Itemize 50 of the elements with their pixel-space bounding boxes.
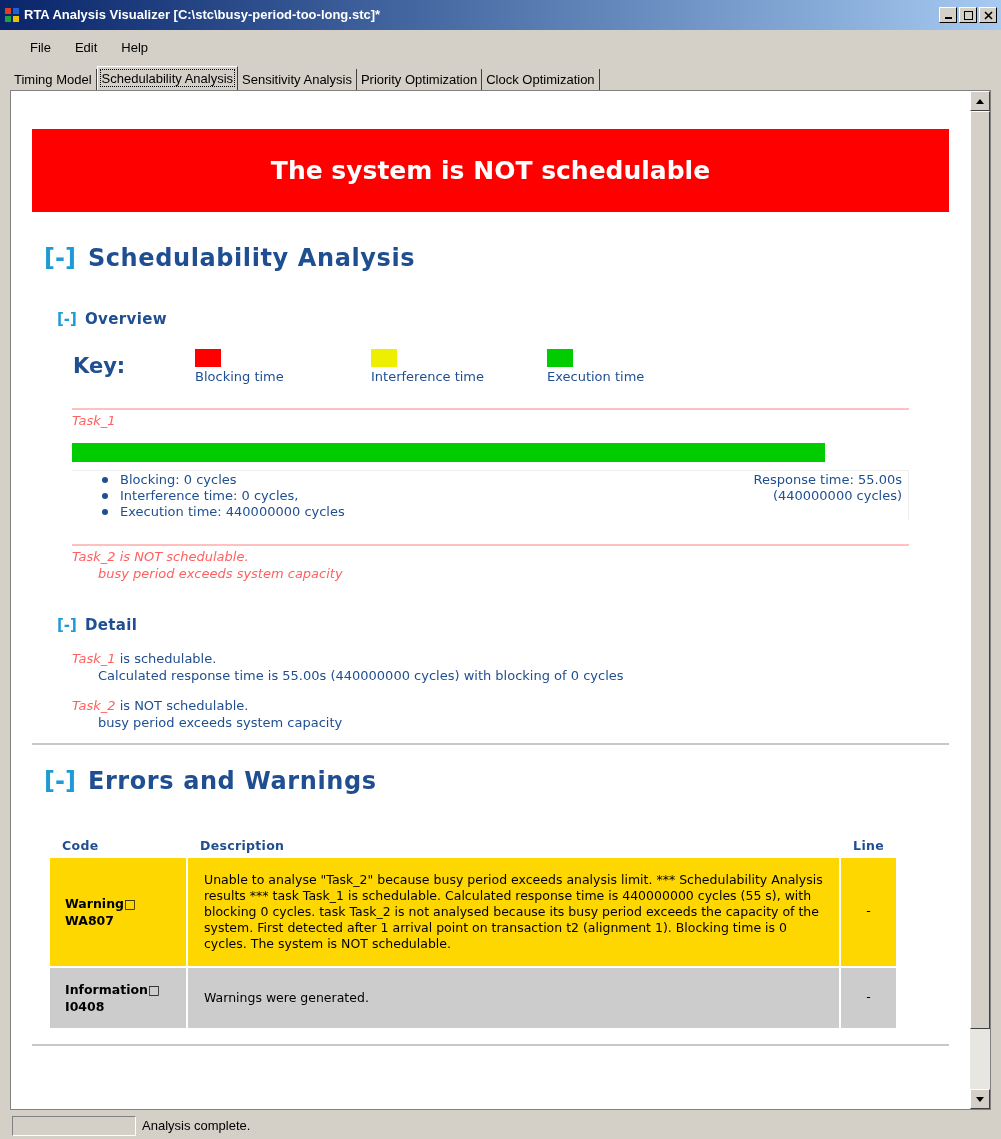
task-stat: Blocking: 0 cycles — [102, 471, 345, 488]
maximize-icon — [963, 10, 973, 20]
description-cell: Warnings were generated. — [188, 967, 840, 1028]
task-status: is schedulable. — [119, 650, 217, 667]
task-status: Task_2 is NOT schedulable. — [72, 547, 250, 565]
section-heading: Schedulability Analysis — [87, 243, 416, 274]
bullet-icon — [102, 492, 108, 499]
close-button[interactable] — [979, 7, 997, 23]
task-status: is NOT schedulable. — [119, 697, 249, 714]
task-name: Task_2 — [72, 697, 116, 714]
section-heading: Errors and Warnings — [87, 766, 377, 797]
legend-label: Execution time — [547, 367, 646, 386]
window-title: RTA Analysis Visualizer [C:\stc\busy-period-too-long.stc]* — [24, 6, 381, 25]
code-cell: Warning□ WA807 — [50, 857, 186, 966]
response-time: (440000000 cycles) — [771, 487, 902, 504]
code-cell: Information□ I0408 — [50, 967, 186, 1028]
description-cell: Unable to analyse "Task_2" because busy period exceeds analysis limit. *** Schedulability Analysis results *** task Task_1 is schedulable. Calculated response time is 440000000 cycles (55 s), with blocking 0 cycles. task Task_2 is not analysed because its busy period exceeds the capacity of the system. First detected after 1 arrival point on transaction t2 (alignment 1). Blocking time is 0 cycles. The system is NOT schedulable. — [188, 857, 840, 966]
key-label: Key: — [73, 352, 127, 380]
legend-label: Blocking time — [195, 367, 285, 386]
task-reason: busy period exceeds system capacity — [98, 564, 344, 582]
minimize-button[interactable] — [939, 7, 957, 23]
column-header: Description — [199, 837, 286, 855]
app-icon — [4, 7, 20, 23]
bullet-icon — [102, 476, 108, 483]
section-heading: Overview — [84, 309, 167, 330]
down-arrow-icon — [976, 1096, 984, 1102]
menu-item[interactable]: File — [30, 38, 51, 58]
column-header: Code — [61, 837, 100, 855]
menu-item[interactable]: Edit — [74, 38, 98, 58]
task-stat: Execution time: 440000000 cycles — [102, 503, 345, 520]
task-stat: Interference time: 0 cycles, — [102, 487, 345, 504]
minimize-icon — [944, 17, 952, 19]
task-note: Calculated response time is 55.00s (440000000 cycles) with blocking of 0 cycles — [98, 667, 625, 684]
close-icon — [983, 10, 993, 20]
response-time: Response time: 55.00s — [753, 471, 902, 488]
task-name: Task_1 — [72, 650, 116, 667]
status-banner: The system is NOT schedulable — [32, 129, 949, 212]
legend-label: Interference time — [371, 367, 486, 386]
task-name: Task_1 — [72, 412, 117, 430]
up-arrow-icon — [976, 98, 984, 104]
section-heading: Detail — [84, 614, 138, 636]
line-cell: - — [841, 857, 896, 966]
column-header: Line — [852, 837, 885, 855]
bullet-icon — [102, 508, 108, 515]
line-cell: - — [841, 967, 896, 1028]
tab[interactable]: Schedulability Analysis — [96, 66, 239, 90]
maximize-button[interactable] — [959, 7, 977, 23]
status-text: Analysis complete. — [142, 1116, 251, 1135]
task-note: busy period exceeds system capacity — [98, 714, 344, 731]
menu-item[interactable]: Help — [121, 38, 149, 58]
